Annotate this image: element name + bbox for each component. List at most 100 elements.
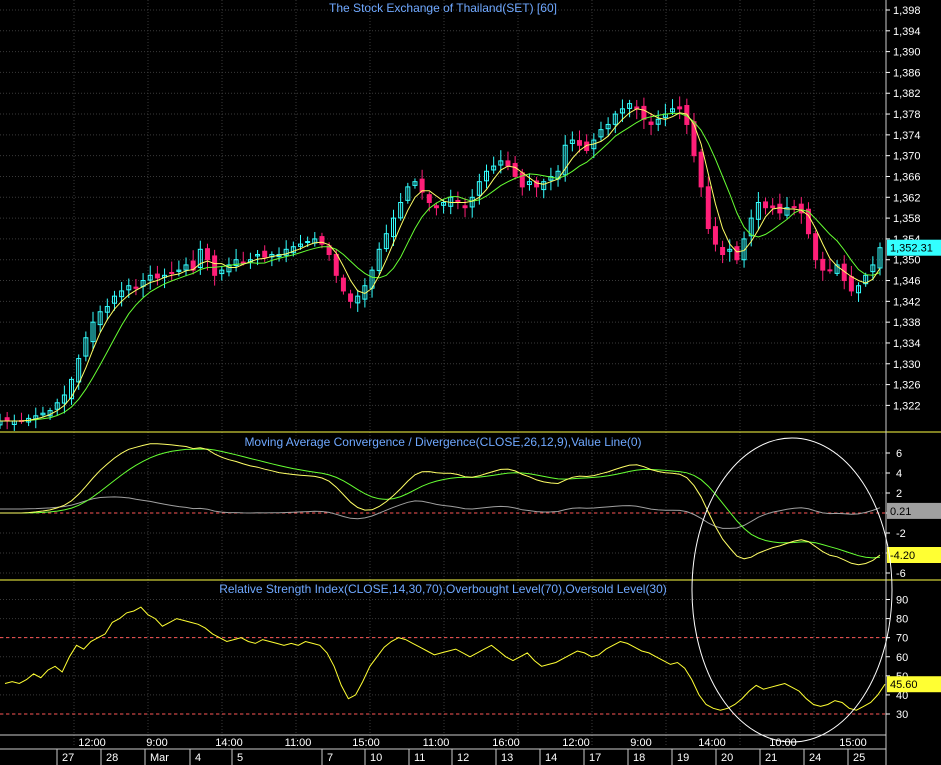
price-candle (763, 201, 769, 209)
x-date-label: 18 (633, 752, 645, 764)
y-tick-label: 6 (896, 448, 902, 460)
y-tick-label: 1,334 (893, 338, 921, 350)
x-date-label: 27 (62, 752, 74, 764)
x-time-label: 12:00 (562, 737, 590, 749)
price-candle (169, 271, 175, 274)
x-time-label: 9:00 (146, 737, 167, 749)
price-candle (712, 226, 718, 245)
chart-canvas: 1,398 1,394 1,390 1,386 1,382 1,378 1,374 1,370… (0, 0, 941, 765)
x-date-label: 13 (501, 752, 513, 764)
y-tick-label: 1,390 (893, 47, 921, 59)
x-date-label: 14 (545, 752, 557, 764)
x-date-label: 4 (195, 752, 201, 764)
chart-root: 1,398 1,394 1,390 1,386 1,382 1,378 1,374 1,370… (0, 0, 941, 765)
x-date-label: 11 (414, 752, 425, 764)
y-tick-label: -2 (896, 528, 906, 540)
x-time-label: 12:00 (78, 737, 106, 749)
y-tick-label: 1,346 (893, 276, 921, 288)
price-candle (770, 205, 776, 209)
price-candle (462, 205, 468, 209)
y-tick-label: 90 (896, 595, 908, 607)
price-candle (433, 205, 439, 209)
price-candle (734, 246, 740, 261)
price-candle (813, 233, 819, 261)
y-tick-label: 70 (896, 633, 908, 645)
x-date-label: 5 (237, 752, 243, 764)
y-tick-label: 1,378 (893, 109, 921, 121)
price-candle (505, 160, 511, 167)
y-tick-label: 4 (896, 468, 902, 480)
x-time-label: 16:00 (492, 737, 520, 749)
price-candle (348, 293, 354, 302)
price-candle (154, 273, 160, 279)
axes: 1,398 1,394 1,390 1,386 1,382 1,378 1,374 1,370… (0, 0, 941, 765)
chart-title: The Stock Exchange of Thailand(SET) [60] (329, 1, 557, 15)
ma-slow-line (0, 112, 881, 422)
price-candle (512, 163, 518, 177)
y-tick-label: 1,386 (893, 67, 921, 79)
y-tick-label: 1,358 (893, 213, 921, 225)
price-candle (698, 151, 704, 188)
price-candle (333, 253, 339, 276)
y-tick-label: 1,382 (893, 88, 921, 100)
y-tick-label: 1,398 (893, 5, 921, 17)
x-time-label: 9:00 (630, 737, 651, 749)
price-candle (820, 258, 826, 271)
price-candle (426, 194, 432, 203)
price-candle (262, 250, 268, 258)
y-tick-label: 1,338 (893, 317, 921, 329)
rsi-title: Relative Strength Index(CLOSE,14,30,70),… (219, 582, 667, 596)
price-candle (204, 248, 210, 261)
x-date-label: 17 (589, 752, 601, 764)
x-date-label: 19 (677, 752, 689, 764)
x-time-label: 14:00 (215, 737, 243, 749)
y-tick-label: 1,370 (893, 151, 921, 163)
price-candle (212, 255, 218, 276)
y-tick-label: 1,342 (893, 296, 921, 308)
grid (0, 0, 886, 745)
y-tick-label: 80 (896, 614, 908, 626)
price-candle (577, 140, 583, 146)
x-date-label: 25 (853, 752, 865, 764)
y-tick-label: 1,394 (893, 26, 921, 38)
price-candle (777, 203, 783, 214)
rsi-panel (0, 606, 886, 715)
price-candle (848, 276, 854, 292)
price-value-tag: 1,352.31 (890, 243, 933, 255)
price-candle (340, 277, 346, 292)
y-tick-label: 1,366 (893, 171, 921, 183)
x-date-label: 21 (765, 752, 777, 764)
price-candle (648, 121, 654, 125)
price-candle (419, 178, 425, 193)
price-candle (705, 186, 711, 230)
macd-title: Moving Average Convergence / Divergence(… (244, 435, 641, 449)
price-candle (827, 269, 833, 272)
y-tick-label: 1,374 (893, 130, 921, 142)
x-date-label: 7 (327, 752, 333, 764)
y-tick-label: 30 (896, 709, 908, 721)
price-candle (641, 105, 647, 120)
annotation-ellipse (691, 437, 893, 743)
macd-panel (0, 443, 886, 566)
x-date-label: 12 (457, 752, 469, 764)
x-date-label: 10 (370, 752, 382, 764)
price-candle (677, 106, 683, 110)
y-tick-label: 1,362 (893, 192, 921, 204)
macd-hist-value-tag: 0.21 (890, 506, 911, 518)
price-candle (133, 286, 139, 289)
y-tick-label: 1,322 (893, 400, 921, 412)
macd-line (0, 443, 881, 566)
x-time-label: 11:00 (285, 737, 312, 749)
x-time-label: 15:00 (839, 737, 867, 749)
y-tick-label: 1,326 (893, 380, 921, 392)
price-candle (691, 121, 697, 157)
price-panel (0, 96, 883, 431)
x-date-label: 24 (809, 752, 821, 764)
price-candle (791, 206, 797, 209)
macd-value-tag: -4.20 (890, 550, 915, 562)
x-time-label: 11:00 (423, 737, 450, 749)
y-tick-label: 1,350 (893, 255, 921, 267)
macd-signal-line (0, 448, 881, 559)
x-date-label: 28 (106, 752, 118, 764)
y-tick-label: 2 (896, 488, 902, 500)
